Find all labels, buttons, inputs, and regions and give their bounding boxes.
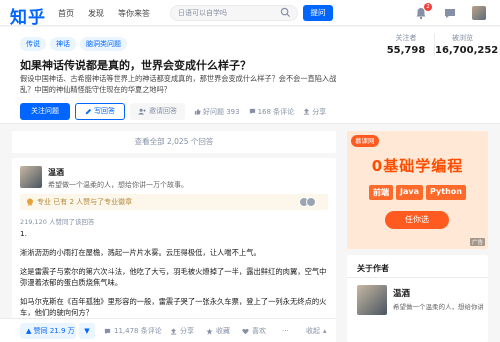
good-question-label: 好问题 393 bbox=[203, 107, 240, 116]
answer-content: 1. 淅淅沥沥的小雨打在屋檐，溅起一片片水雾。云压得极低，让人喘不上气。 这是雷… bbox=[20, 228, 332, 326]
invite-user-icon bbox=[138, 108, 146, 115]
favorite-button[interactable]: 收藏 bbox=[206, 323, 230, 339]
question-comments-label: 168 条评论 bbox=[257, 107, 295, 116]
question-header: 传说 神话 脑洞类问题 如果神话传说都是真的，世界会变成什么样子？ 假设中国神话… bbox=[0, 27, 500, 124]
ad-cta-button[interactable]: 任你选 bbox=[385, 211, 449, 229]
upvote-button[interactable]: ▲ 赞同 21.9 万 bbox=[20, 323, 76, 339]
search-icon[interactable] bbox=[280, 7, 291, 18]
ad-label: 广告 bbox=[469, 238, 485, 246]
topic-tags: 传说 神话 脑洞类问题 bbox=[20, 37, 127, 51]
sidebar-ad[interactable]: 慕课网 0基础学编程 前端 Java Python 任你选 广告 bbox=[347, 131, 488, 249]
collapse-label: 收起 bbox=[306, 327, 320, 335]
answer-comments-label: 11,478 条评论 bbox=[114, 327, 162, 335]
more-icon: ··· bbox=[282, 327, 289, 335]
endorser-avatars bbox=[299, 197, 316, 207]
topic-tag[interactable]: 神话 bbox=[50, 37, 76, 51]
view-all-answers-link[interactable]: 查看全部 2,025 个回答 bbox=[12, 131, 336, 153]
views-stat: 被浏览 16,700,252 bbox=[434, 33, 499, 56]
zhihu-logo[interactable]: 知乎 bbox=[10, 3, 46, 28]
comment-icon bbox=[249, 108, 255, 115]
ad-chip: Python bbox=[426, 185, 466, 200]
ad-chip: 前端 bbox=[369, 185, 394, 200]
upvote-meta: 219,120 人赞同了该回答 bbox=[20, 218, 95, 226]
ask-button[interactable]: 提问 bbox=[303, 5, 333, 21]
answer-paragraph: 如马尔克斯在《百年孤独》里形容的一般，雷震子哭了一张永久车票，登上了一列永无终点… bbox=[20, 297, 327, 317]
question-actions: 关注问题 写回答 邀请回答 好问题 393 168 条评论 分享 bbox=[20, 103, 326, 120]
followers-stat: 关注者 55,798 bbox=[378, 33, 434, 56]
share-icon bbox=[170, 327, 177, 335]
upvote-label: 赞同 21.9 万 bbox=[33, 327, 75, 335]
ad-chips: 前端 Java Python bbox=[347, 185, 488, 200]
question-stats: 关注者 55,798 被浏览 16,700,252 bbox=[378, 33, 499, 56]
about-author-title: 关于作者 bbox=[357, 264, 389, 273]
downvote-button[interactable]: ▼ bbox=[79, 323, 95, 339]
about-author-card: 关于作者 温酒 希望做一个温柔的人，想给你讲... bbox=[347, 255, 488, 342]
write-answer-button[interactable]: 写回答 bbox=[75, 103, 125, 120]
more-options-button[interactable]: ··· bbox=[282, 323, 289, 339]
about-author-bio: 希望做一个温柔的人，想给你讲... bbox=[393, 303, 483, 311]
endorser-avatar bbox=[306, 197, 316, 207]
nav-explore[interactable]: 发现 bbox=[88, 8, 104, 19]
ad-brand: 慕课网 bbox=[351, 135, 379, 147]
stat-label: 关注者 bbox=[395, 34, 417, 42]
answer-paragraph: 淅淅沥沥的小雨打在屋檐，溅起一片片水雾。云压得极低，让人喘不上气。 bbox=[20, 248, 261, 257]
question-share-label: 分享 bbox=[312, 107, 327, 116]
author-name[interactable]: 温酒 bbox=[48, 167, 188, 178]
divider bbox=[347, 277, 488, 278]
answer-author: 温酒 希望做一个温柔的人，想给你讲一万个故事。 bbox=[20, 166, 188, 190]
question-share-button[interactable]: 分享 bbox=[303, 107, 326, 117]
author-bio: 希望做一个温柔的人，想给你讲一万个故事。 bbox=[48, 181, 188, 189]
invite-answer-label: 邀请回答 bbox=[149, 107, 177, 115]
nav-home[interactable]: 首页 bbox=[58, 8, 74, 19]
invite-answer-button[interactable]: 邀请回答 bbox=[130, 103, 185, 120]
topic-tag[interactable]: 脑洞类问题 bbox=[80, 37, 127, 51]
heart-icon bbox=[242, 328, 249, 334]
share-icon bbox=[304, 108, 310, 115]
question-description: 假设中国神话、古希腊神话等世界上的神话都变成真的，那世界会变成什么样子？会不会一… bbox=[20, 74, 337, 94]
endorsement-bar[interactable]: 专业 已有 2 人赞与了专业徽章 bbox=[20, 194, 328, 210]
stat-value: 16,700,252 bbox=[435, 45, 499, 56]
search-input[interactable]: 日语可以自学吗 bbox=[170, 5, 298, 21]
question-comments-button[interactable]: 168 条评论 bbox=[249, 107, 295, 117]
pencil-icon bbox=[85, 108, 92, 115]
user-avatar[interactable] bbox=[472, 6, 486, 20]
answer-paragraph: 1. bbox=[20, 229, 27, 238]
stat-label: 被浏览 bbox=[452, 34, 473, 42]
answer-card: 温酒 希望做一个温柔的人，想给你讲一万个故事。 专业 已有 2 人赞与了专业徽章… bbox=[12, 158, 336, 342]
endorsement-text: 专业 已有 2 人赞与了专业徽章 bbox=[37, 198, 133, 206]
ad-chip: Java bbox=[396, 185, 424, 200]
topic-tag[interactable]: 传说 bbox=[20, 37, 46, 51]
star-icon bbox=[206, 327, 213, 334]
about-author-avatar[interactable] bbox=[357, 285, 387, 315]
author-avatar[interactable] bbox=[20, 166, 42, 188]
nav-links: 首页 发现 等你来答 bbox=[58, 0, 150, 26]
answer-share-button[interactable]: 分享 bbox=[170, 323, 194, 339]
message-icon[interactable] bbox=[443, 6, 457, 20]
answer-paragraph: 这是雷震子与索尔的第六次斗法，他吃了大亏，羽毛被火燎掉了一半，露出鲜红的肉翼，空… bbox=[20, 267, 327, 287]
answer-share-label: 分享 bbox=[180, 327, 194, 335]
answer-action-bar: ▲ 赞同 21.9 万 ▼ 11,478 条评论 分享 收藏 喜欢 ··· 收起… bbox=[0, 318, 336, 342]
question-title: 如果神话传说都是真的，世界会变成什么样子？ bbox=[20, 59, 251, 72]
thumb-up-icon bbox=[194, 108, 201, 115]
good-question-button[interactable]: 好问题 393 bbox=[194, 107, 240, 117]
ad-title: 0基础学编程 bbox=[371, 157, 464, 175]
favorite-label: 收藏 bbox=[216, 327, 230, 335]
top-navbar: 知乎 首页 发现 等你来答 日语可以自学吗 提问 2 bbox=[0, 0, 500, 28]
notification-badge: 2 bbox=[424, 3, 432, 11]
about-author-name[interactable]: 温酒 bbox=[393, 287, 410, 299]
follow-question-button[interactable]: 关注问题 bbox=[20, 103, 70, 120]
badge-icon bbox=[27, 198, 33, 206]
write-answer-label: 写回答 bbox=[94, 107, 115, 115]
answer-comments-button[interactable]: 11,478 条评论 bbox=[104, 323, 162, 339]
nav-waiting[interactable]: 等你来答 bbox=[118, 8, 150, 19]
like-label: 喜欢 bbox=[252, 327, 266, 335]
stat-value: 55,798 bbox=[386, 45, 426, 56]
collapse-button[interactable]: 收起 ▴ bbox=[306, 323, 327, 339]
like-button[interactable]: 喜欢 bbox=[242, 323, 266, 339]
chevron-up-icon: ▴ bbox=[323, 327, 327, 335]
comment-icon bbox=[104, 328, 111, 334]
